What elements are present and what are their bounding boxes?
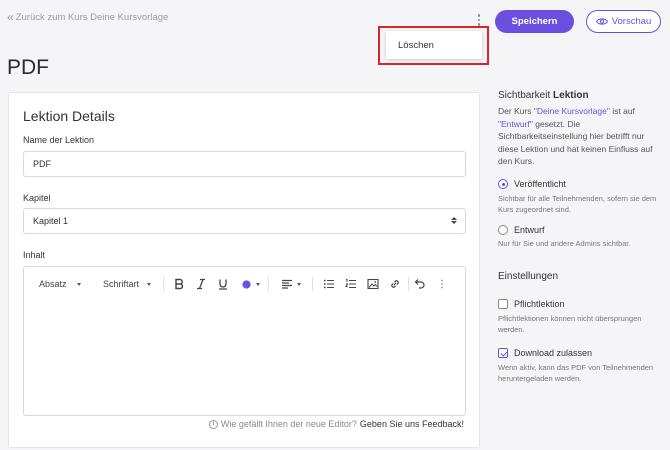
visibility-desc-part: ist auf — [609, 106, 635, 116]
chapter-select-value: Kapitel 1 — [33, 216, 69, 226]
course-status: "Entwurf" — [498, 118, 533, 129]
required-lesson-description: Pflichtlektionen können nicht übersprung… — [498, 314, 642, 334]
visibility-title-prefix: Sichtbarkeit — [498, 90, 551, 101]
text-color-picker[interactable] — [240, 276, 262, 292]
image-icon[interactable] — [366, 276, 380, 292]
page-title: PDF — [7, 56, 49, 79]
highlight-box — [378, 26, 489, 65]
visibility-title: Sichtbarkeit Lektion — [498, 90, 589, 101]
draft-label: Entwurf — [514, 225, 545, 235]
chevron-down-icon — [297, 282, 301, 286]
info-icon: i — [208, 419, 218, 429]
align-dropdown[interactable] — [279, 276, 303, 292]
lesson-name-value: PDF — [33, 159, 51, 169]
preview-button-label: Vorschau — [611, 16, 652, 27]
card-title: Lektion Details — [23, 108, 115, 124]
back-to-course-link[interactable]: « Zurück zum Kurs Deine Kursvorlage — [7, 10, 168, 24]
save-button[interactable]: Speichern — [495, 10, 574, 33]
chapter-select[interactable]: Kapitel 1 — [23, 208, 466, 234]
published-description: Sichtbar für alle Teilnehmenden, sofern … — [498, 194, 657, 214]
back-link-label: Zurück zum Kurs Deine Kursvorlage — [15, 11, 169, 23]
paragraph-style-dropdown[interactable]: Absatz — [39, 274, 81, 294]
rich-text-editor[interactable]: Absatz Schriftart — [23, 266, 466, 416]
allow-download-checkbox[interactable] — [498, 348, 508, 358]
eye-icon — [595, 18, 608, 25]
allow-download-description: Wenn aktiv, kann das PDF von Teilnehmend… — [498, 363, 654, 383]
numbered-list-icon[interactable] — [344, 276, 358, 292]
chevron-down-icon — [76, 282, 81, 286]
chevron-down-icon — [256, 282, 260, 286]
toolbar-divider — [268, 277, 269, 291]
visibility-description: Der Kurs "Deine Kursvorlage" ist auf "En… — [498, 105, 660, 168]
draft-description: Nur für Sie und andere Admins sichtbar. — [498, 239, 631, 248]
allow-download-label: Download zulassen — [514, 348, 593, 358]
content-label: Inhalt — [23, 250, 46, 260]
chapter-label: Kapitel — [23, 193, 51, 203]
settings-title: Einstellungen — [498, 271, 559, 282]
draft-radio[interactable] — [498, 225, 508, 235]
lesson-details-card: Lektion Details Name der Lektion PDF Kap… — [8, 92, 480, 448]
toolbar-divider — [408, 277, 409, 291]
required-lesson-option[interactable]: Pflichtlektion — [498, 299, 565, 309]
published-radio-option[interactable]: Veröffentlicht — [498, 179, 566, 189]
bullet-list-icon[interactable] — [322, 276, 336, 292]
undo-icon[interactable] — [413, 276, 427, 292]
draft-radio-option[interactable]: Entwurf — [498, 225, 545, 235]
italic-icon[interactable] — [194, 276, 208, 292]
lesson-name-label: Name der Lektion — [23, 135, 95, 145]
link-icon[interactable] — [388, 276, 402, 292]
more-toolbar-icon[interactable] — [435, 276, 449, 292]
font-family-dropdown[interactable]: Schriftart — [103, 274, 152, 294]
toolbar-divider — [312, 277, 313, 291]
allow-download-option[interactable]: Download zulassen — [498, 348, 592, 358]
feedback-question: Wie gefällt Ihnen der neue Editor? — [220, 419, 357, 429]
align-left-icon — [282, 279, 292, 289]
font-family-label: Schriftart — [103, 279, 140, 289]
select-arrows-icon — [451, 217, 457, 224]
required-lesson-checkbox[interactable] — [498, 299, 508, 309]
toolbar-divider — [163, 277, 164, 291]
preview-button[interactable]: Vorschau — [586, 10, 661, 33]
double-chevron-left-icon: « — [7, 10, 13, 24]
required-lesson-label: Pflichtlektion — [514, 299, 565, 309]
chevron-down-icon — [147, 282, 152, 286]
underline-icon[interactable] — [216, 276, 230, 292]
bold-icon[interactable] — [172, 276, 186, 292]
color-swatch-icon — [242, 279, 251, 289]
visibility-desc-part: Der Kurs — [498, 106, 534, 116]
visibility-title-bold: Lektion — [553, 90, 589, 101]
lesson-name-input[interactable]: PDF — [23, 151, 466, 177]
paragraph-style-label: Absatz — [39, 279, 67, 289]
course-name-link[interactable]: "Deine Kursvorlage" — [534, 106, 610, 116]
feedback-link[interactable]: Geben Sie uns Feedback! — [360, 419, 464, 429]
published-label: Veröffentlicht — [514, 179, 566, 189]
published-radio[interactable] — [498, 179, 508, 189]
editor-feedback: i Wie gefällt Ihnen der neue Editor? Geb… — [208, 419, 464, 429]
